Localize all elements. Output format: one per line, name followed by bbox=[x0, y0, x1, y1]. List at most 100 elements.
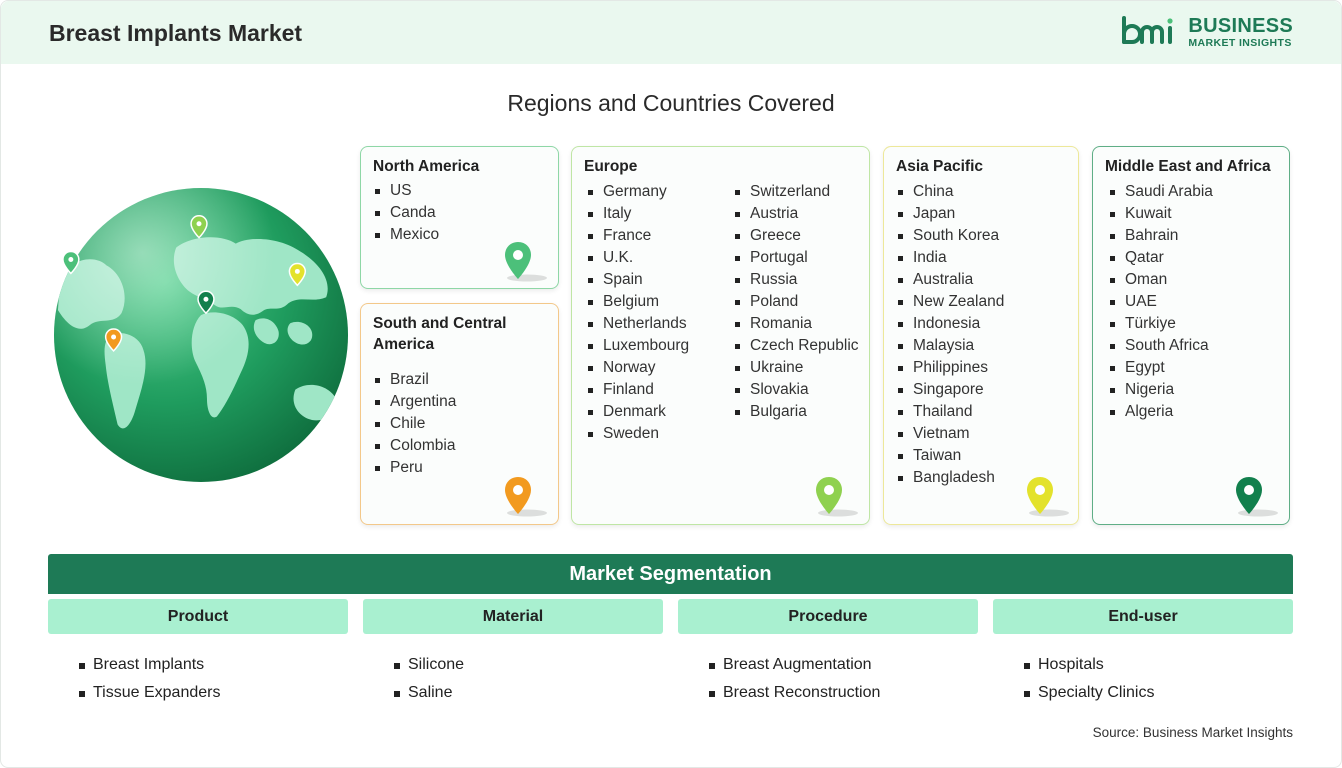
country-item: Australia bbox=[896, 269, 1004, 291]
country-item: Bahrain bbox=[1108, 225, 1213, 247]
globe-icon bbox=[53, 187, 349, 483]
segment-list-material: Silicone Saline bbox=[394, 651, 464, 707]
region-title: Asia Pacific bbox=[896, 158, 984, 175]
segment-item: Specialty Clinics bbox=[1024, 679, 1154, 707]
logo-text-business: BUSINESS bbox=[1188, 15, 1293, 37]
country-item: Chile bbox=[373, 413, 456, 435]
region-title: Middle East and Africa bbox=[1105, 158, 1271, 175]
country-item: Colombia bbox=[373, 435, 456, 457]
segment-item: Breast Reconstruction bbox=[709, 679, 880, 707]
segment-item: Tissue Expanders bbox=[79, 679, 220, 707]
segment-item: Breast Augmentation bbox=[709, 651, 880, 679]
country-item: Egypt bbox=[1108, 357, 1213, 379]
country-item: Italy bbox=[586, 203, 689, 225]
region-card-north-america: North America US Canda Mexico bbox=[360, 146, 559, 289]
location-pin-icon bbox=[1027, 477, 1069, 517]
country-item: Denmark bbox=[586, 401, 689, 423]
segmentation-title: Market Segmentation bbox=[48, 554, 1293, 594]
country-item: Austria bbox=[733, 203, 859, 225]
segment-header-end-user: End-user bbox=[993, 599, 1293, 634]
country-item: Norway bbox=[586, 357, 689, 379]
country-item: Ukraine bbox=[733, 357, 859, 379]
country-list: Brazil Argentina Chile Colombia Peru bbox=[373, 369, 456, 479]
country-item: South Korea bbox=[896, 225, 1004, 247]
segment-header-procedure: Procedure bbox=[678, 599, 978, 634]
country-list: US Canda Mexico bbox=[373, 180, 439, 246]
location-pin-icon bbox=[1236, 477, 1278, 517]
region-card-south-central-america: South and Central America Brazil Argenti… bbox=[360, 303, 559, 525]
country-item: Taiwan bbox=[896, 445, 1004, 467]
country-item: Mexico bbox=[373, 224, 439, 246]
country-list-col-2: Switzerland Austria Greece Portugal Russ… bbox=[733, 181, 859, 423]
segment-header-product: Product bbox=[48, 599, 348, 634]
region-card-middle-east-africa: Middle East and Africa Saudi Arabia Kuwa… bbox=[1092, 146, 1290, 525]
country-item: Luxembourg bbox=[586, 335, 689, 357]
region-card-europe: Europe Germany Italy France U.K. Spain B… bbox=[571, 146, 870, 525]
country-item: Canda bbox=[373, 202, 439, 224]
country-item: Argentina bbox=[373, 391, 456, 413]
country-list: China Japan South Korea India Australia … bbox=[896, 181, 1004, 489]
location-pin-icon bbox=[505, 242, 547, 282]
country-item: Kuwait bbox=[1108, 203, 1213, 225]
country-item: Qatar bbox=[1108, 247, 1213, 269]
country-item: Russia bbox=[733, 269, 859, 291]
country-item: Sweden bbox=[586, 423, 689, 445]
country-item: UAE bbox=[1108, 291, 1213, 313]
country-item: China bbox=[896, 181, 1004, 203]
region-title: Europe bbox=[584, 158, 638, 175]
country-item: India bbox=[896, 247, 1004, 269]
country-item: Vietnam bbox=[896, 423, 1004, 445]
page-title: Breast Implants Market bbox=[49, 20, 303, 46]
brand-logo: BUSINESS MARKET INSIGHTS bbox=[1120, 16, 1293, 49]
country-item: Malaysia bbox=[896, 335, 1004, 357]
country-item: Romania bbox=[733, 313, 859, 335]
header-bar: Breast Implants Market BUSINESS MARKET I… bbox=[1, 1, 1341, 64]
country-item: Slovakia bbox=[733, 379, 859, 401]
country-item: Thailand bbox=[896, 401, 1004, 423]
country-item: Germany bbox=[586, 181, 689, 203]
country-item: US bbox=[373, 180, 439, 202]
country-item: Brazil bbox=[373, 369, 456, 391]
region-title: North America bbox=[373, 158, 480, 175]
country-item: Japan bbox=[896, 203, 1004, 225]
country-item: Singapore bbox=[896, 379, 1004, 401]
country-item: Greece bbox=[733, 225, 859, 247]
regions-title: Regions and Countries Covered bbox=[507, 90, 835, 116]
segment-item: Hospitals bbox=[1024, 651, 1154, 679]
country-item: Philippines bbox=[896, 357, 1004, 379]
country-item: Bangladesh bbox=[896, 467, 1004, 489]
country-item: Türkiye bbox=[1108, 313, 1213, 335]
country-item: Spain bbox=[586, 269, 689, 291]
segment-item: Silicone bbox=[394, 651, 464, 679]
segment-item: Breast Implants bbox=[79, 651, 220, 679]
segment-list-product: Breast Implants Tissue Expanders bbox=[79, 651, 220, 707]
country-item: Czech Republic bbox=[733, 335, 859, 357]
country-item: Finland bbox=[586, 379, 689, 401]
country-item: Switzerland bbox=[733, 181, 859, 203]
segment-item: Saline bbox=[394, 679, 464, 707]
country-item: Oman bbox=[1108, 269, 1213, 291]
country-item: Peru bbox=[373, 457, 456, 479]
segment-header-material: Material bbox=[363, 599, 663, 634]
country-item: Indonesia bbox=[896, 313, 1004, 335]
logo-text-market-insights: MARKET INSIGHTS bbox=[1188, 37, 1292, 49]
location-pin-icon bbox=[505, 477, 547, 517]
country-item: Belgium bbox=[586, 291, 689, 313]
segment-list-procedure: Breast Augmentation Breast Reconstructio… bbox=[709, 651, 880, 707]
source-note: Source: Business Market Insights bbox=[1092, 725, 1293, 740]
country-item: Portugal bbox=[733, 247, 859, 269]
country-item: South Africa bbox=[1108, 335, 1213, 357]
region-card-asia-pacific: Asia Pacific China Japan South Korea Ind… bbox=[883, 146, 1079, 525]
country-item: Netherlands bbox=[586, 313, 689, 335]
country-item: Saudi Arabia bbox=[1108, 181, 1213, 203]
country-list-col-1: Germany Italy France U.K. Spain Belgium … bbox=[586, 181, 689, 445]
country-item: New Zealand bbox=[896, 291, 1004, 313]
country-item: Algeria bbox=[1108, 401, 1213, 423]
location-pin-icon bbox=[816, 477, 858, 517]
country-item: Bulgaria bbox=[733, 401, 859, 423]
country-item: France bbox=[586, 225, 689, 247]
country-item: U.K. bbox=[586, 247, 689, 269]
region-title: South and Central America bbox=[373, 315, 507, 353]
country-item: Nigeria bbox=[1108, 379, 1213, 401]
country-list: Saudi Arabia Kuwait Bahrain Qatar Oman U… bbox=[1108, 181, 1213, 423]
